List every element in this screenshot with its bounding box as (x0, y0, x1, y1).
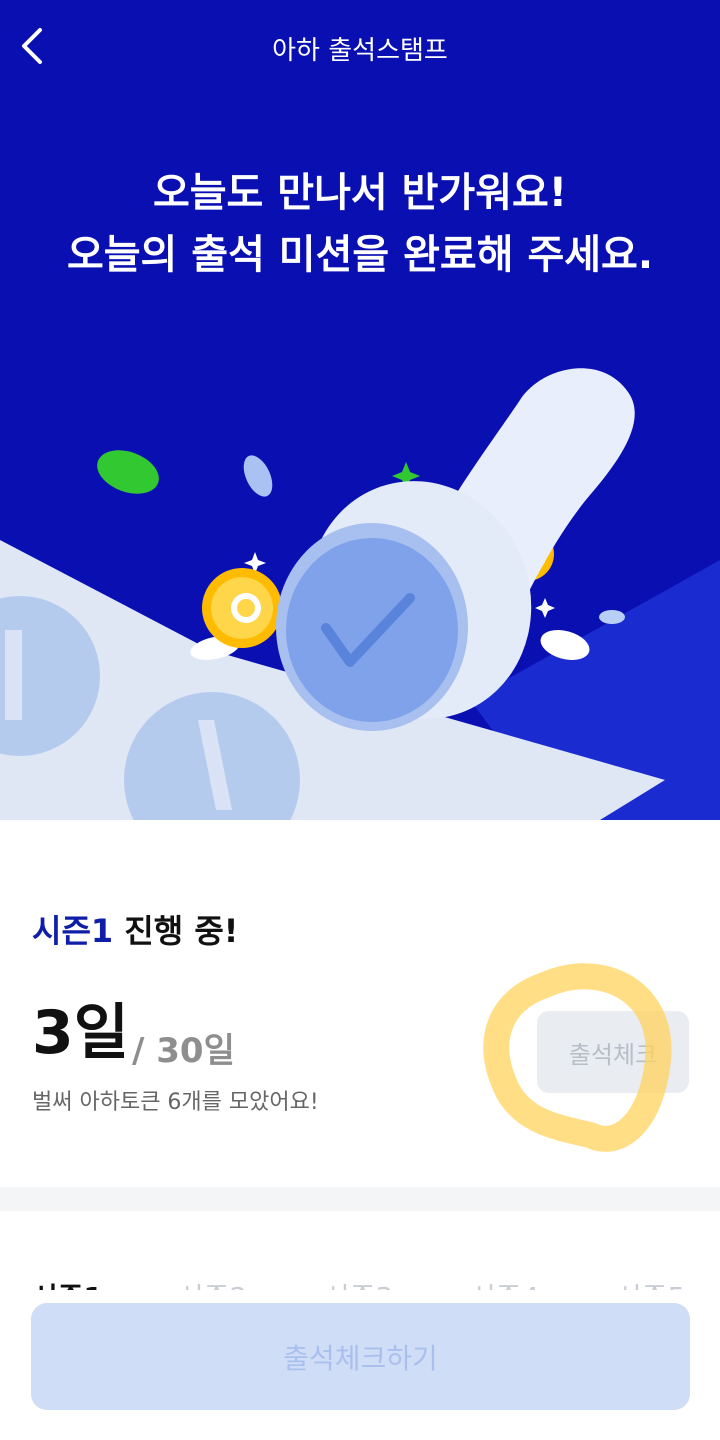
section-divider (0, 1187, 720, 1211)
hero-headline-line2: 오늘의 출석 미션을 완료해 주세요. (66, 232, 654, 278)
current-day-count: 3일 (32, 998, 129, 1068)
total-days: / 30일 (132, 1031, 235, 1071)
stamp-illustration (0, 368, 720, 820)
top-bar: 아하 출석스탬프 (0, 0, 720, 92)
page-title: 아하 출석스탬프 (272, 36, 448, 66)
season-name: 시즌1 (32, 912, 114, 950)
attendance-check-cta-button[interactable]: 출석체크하기 (31, 1303, 690, 1410)
hero-banner: 아하 출석스탬프 오늘도 만나서 반가워요! 오늘의 출석 미션을 완료해 주세… (0, 0, 720, 820)
token-summary: 벌써 아하토큰 6개를 모았어요! (32, 1090, 319, 1115)
hero-headline: 오늘도 만나서 반가워요! 오늘의 출석 미션을 완료해 주세요. (0, 162, 720, 286)
highlight-circle-annotation (483, 963, 672, 1152)
hero-headline-line1: 오늘도 만나서 반가워요! (152, 170, 568, 216)
season-status-title: 시즌1 진행 중! (32, 906, 238, 952)
season-status-text: 진행 중! (113, 912, 239, 950)
